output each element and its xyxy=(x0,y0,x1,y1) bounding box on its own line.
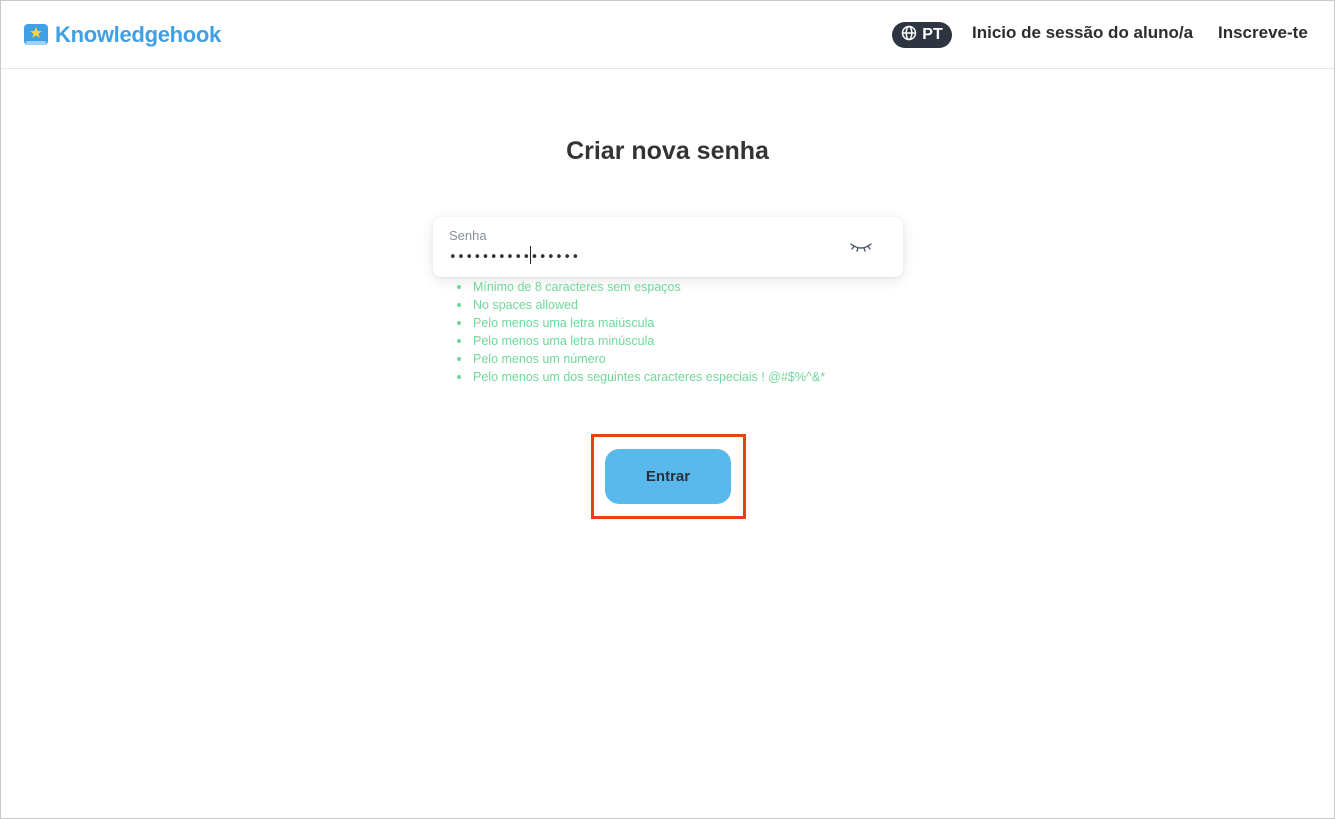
rule-item: No spaces allowed xyxy=(457,296,825,314)
password-label: Senha xyxy=(449,228,487,243)
globe-icon xyxy=(901,25,917,46)
password-input[interactable] xyxy=(449,247,829,267)
signup-link[interactable]: Inscreve-te xyxy=(1218,23,1308,43)
language-code: PT xyxy=(922,26,943,43)
language-selector[interactable]: PT xyxy=(892,22,952,48)
top-header: Knowledgehook PT Inicio de sessão do alu… xyxy=(1,1,1334,69)
rule-item: Pelo menos uma letra maiúscula xyxy=(457,314,825,332)
password-field-card[interactable]: Senha xyxy=(433,217,903,277)
submit-button[interactable]: Entrar xyxy=(605,449,731,504)
rule-item: Pelo menos um número xyxy=(457,350,825,368)
rule-item: Pelo menos uma letra minúscula xyxy=(457,332,825,350)
book-star-icon xyxy=(23,22,49,48)
password-rules-list: Mínimo de 8 caracteres sem espaços No sp… xyxy=(457,278,825,386)
logo-text: Knowledgehook xyxy=(55,22,221,47)
eye-closed-icon[interactable] xyxy=(847,236,875,256)
page-title: Criar nova senha xyxy=(566,137,769,165)
rule-item: Mínimo de 8 caracteres sem espaços xyxy=(457,278,825,296)
rule-item: Pelo menos um dos seguintes caracteres e… xyxy=(457,368,825,386)
logo[interactable]: Knowledgehook xyxy=(23,21,221,49)
text-caret xyxy=(530,246,531,264)
browser-frame: Knowledgehook PT Inicio de sessão do alu… xyxy=(0,0,1335,819)
student-login-link[interactable]: Inicio de sessão do aluno/a xyxy=(972,23,1193,43)
